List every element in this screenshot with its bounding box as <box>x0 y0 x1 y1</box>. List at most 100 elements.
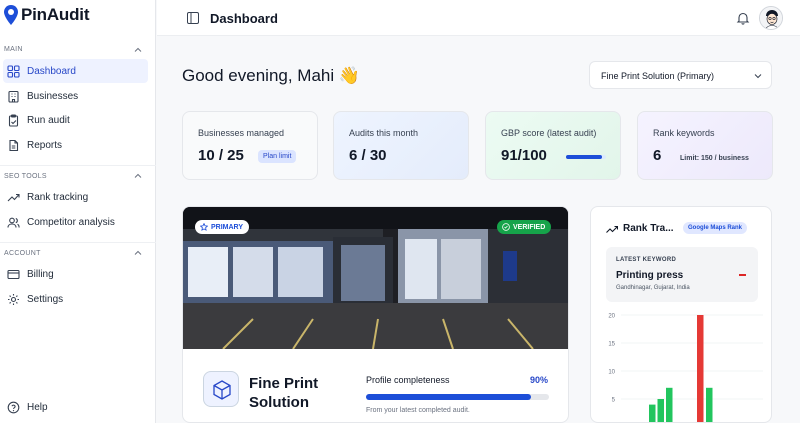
rank-bar[interactable] <box>649 404 656 423</box>
completeness-bar <box>366 394 549 400</box>
stat-label: GBP score (latest audit) <box>501 128 597 138</box>
sidebar-toggle-icon[interactable] <box>187 12 199 24</box>
rank-bar[interactable] <box>706 387 713 423</box>
sidebar-item-dashboard[interactable]: Dashboard <box>3 59 148 83</box>
business-icon-box <box>203 371 239 407</box>
page-title: Dashboard <box>210 11 278 26</box>
rank-chart: 20 15 10 5 <box>608 314 763 423</box>
sidebar-item-label: Run audit <box>27 114 70 126</box>
sidebar-item-label: Rank tracking <box>27 191 89 203</box>
primary-badge: PRIMARY <box>195 220 250 234</box>
section-label-main: MAIN <box>4 46 23 53</box>
map-pin-icon <box>4 5 18 25</box>
rank-bar[interactable] <box>657 399 665 423</box>
wave-emoji: 👋 <box>338 66 361 85</box>
gbp-score-fill <box>566 155 603 159</box>
divider <box>0 242 156 243</box>
google-maps-rank-badge: Google Maps Rank <box>683 222 748 234</box>
stat-value: 10 / 25 <box>198 147 244 164</box>
keyword-name: Printing press <box>616 270 684 281</box>
sidebar-item-competitor-analysis[interactable]: Competitor analysis <box>3 210 148 234</box>
box-icon <box>213 380 231 400</box>
completeness-label: Profile completeness <box>366 375 450 385</box>
sidebar-item-label: Dashboard <box>27 65 76 77</box>
stat-value: 91/100 <box>501 147 547 164</box>
stat-value: 6 / 30 <box>349 147 387 164</box>
y-tick-label: 15 <box>608 342 615 348</box>
sidebar-item-label: Reports <box>27 139 63 151</box>
grid-icon <box>7 64 20 78</box>
chevron-up-icon[interactable] <box>134 172 142 180</box>
sidebar-item-help[interactable]: Help <box>3 395 148 419</box>
sidebar-item-rank-tracking[interactable]: Rank tracking <box>3 185 148 209</box>
business-select[interactable]: Fine Print Solution (Primary) <box>589 61 772 89</box>
sidebar-item-settings[interactable]: Settings <box>3 287 148 311</box>
completeness-note: From your latest completed audit. <box>366 407 470 414</box>
clipboard-icon <box>8 113 19 127</box>
stat-card-gbp-score: GBP score (latest audit) 91/100 <box>485 111 621 180</box>
verified-badge: VERIFIED <box>497 220 552 234</box>
latest-keyword-label: LATEST KEYWORD <box>616 257 677 263</box>
gbp-score-bar <box>566 155 606 159</box>
bell-icon[interactable] <box>736 11 750 25</box>
y-tick-label: 20 <box>608 314 615 320</box>
avatar[interactable] <box>759 6 783 30</box>
business-card: PRIMARY VERIFIED Fine Print Solution Pro… <box>182 206 569 423</box>
stat-value: 6 <box>653 147 662 164</box>
check-circle-icon <box>502 223 510 231</box>
card-icon <box>7 269 20 279</box>
rank-card-title: Rank Tra... <box>623 223 674 234</box>
help-icon <box>7 401 20 413</box>
sidebar-item-label: Help <box>27 401 48 413</box>
topbar: Dashboard <box>157 0 800 36</box>
users-icon <box>7 217 20 228</box>
verified-badge-label: VERIFIED <box>513 223 546 231</box>
avatar-illustration <box>760 7 782 29</box>
greeting: Good evening, Mahi 👋 <box>182 66 360 86</box>
rank-bar[interactable] <box>697 315 704 423</box>
divider <box>0 165 156 166</box>
sidebar-item-label: Businesses <box>27 90 79 102</box>
y-tick-label: 5 <box>612 398 616 404</box>
rank-bar[interactable] <box>666 387 673 423</box>
sidebar: PinAudit MAIN Dashboard Businesses Run a… <box>0 0 156 423</box>
star-icon <box>200 223 208 231</box>
logo-text: PinAudit <box>21 5 90 24</box>
sidebar-item-run-audit[interactable]: Run audit <box>3 108 148 132</box>
latest-keyword-box: LATEST KEYWORD Printing press Gandhinaga… <box>606 247 758 302</box>
keyword-limit: Limit: 150 / business <box>680 155 749 162</box>
building-icon <box>8 90 19 103</box>
section-label-seo-tools: SEO TOOLS <box>4 173 47 180</box>
stat-card-businesses: Businesses managed 10 / 25 Plan limit <box>182 111 318 180</box>
sidebar-item-billing[interactable]: Billing <box>3 262 148 286</box>
rank-change-indicator <box>739 274 746 276</box>
plan-limit-badge: Plan limit <box>258 150 297 163</box>
business-select-value: Fine Print Solution (Primary) <box>601 71 715 81</box>
stat-card-rank-keywords: Rank keywords 6 Limit: 150 / business <box>637 111 773 180</box>
sidebar-item-label: Settings <box>27 293 64 305</box>
stat-label: Audits this month <box>349 128 419 138</box>
logo[interactable]: PinAudit <box>4 5 89 25</box>
stat-label: Businesses managed <box>198 128 285 138</box>
sidebar-item-label: Competitor analysis <box>27 216 115 228</box>
chevron-down-icon <box>754 74 762 79</box>
sidebar-item-label: Billing <box>27 268 54 280</box>
keyword-location: Gandhinagar, Gujarat, India <box>616 285 690 291</box>
y-tick-label: 10 <box>608 370 615 376</box>
business-name: Fine Print Solution <box>249 375 319 411</box>
sidebar-item-reports[interactable]: Reports <box>3 133 148 157</box>
primary-badge-label: PRIMARY <box>211 223 244 231</box>
trend-up-icon <box>7 193 20 201</box>
chevron-up-icon[interactable] <box>134 249 142 257</box>
completeness-fill <box>366 394 531 400</box>
file-icon <box>9 139 19 151</box>
greeting-text: Good evening, Mahi <box>182 66 335 85</box>
section-label-account: ACCOUNT <box>4 250 41 257</box>
completeness-percent: 90% <box>530 375 549 385</box>
chevron-up-icon[interactable] <box>134 46 142 54</box>
rank-tracking-card: Rank Tra... Google Maps Rank LATEST KEYW… <box>590 206 772 423</box>
trend-up-icon <box>606 225 618 233</box>
stat-label: Rank keywords <box>653 128 715 138</box>
stat-card-audits: Audits this month 6 / 30 <box>333 111 469 180</box>
sidebar-item-businesses[interactable]: Businesses <box>3 84 148 108</box>
